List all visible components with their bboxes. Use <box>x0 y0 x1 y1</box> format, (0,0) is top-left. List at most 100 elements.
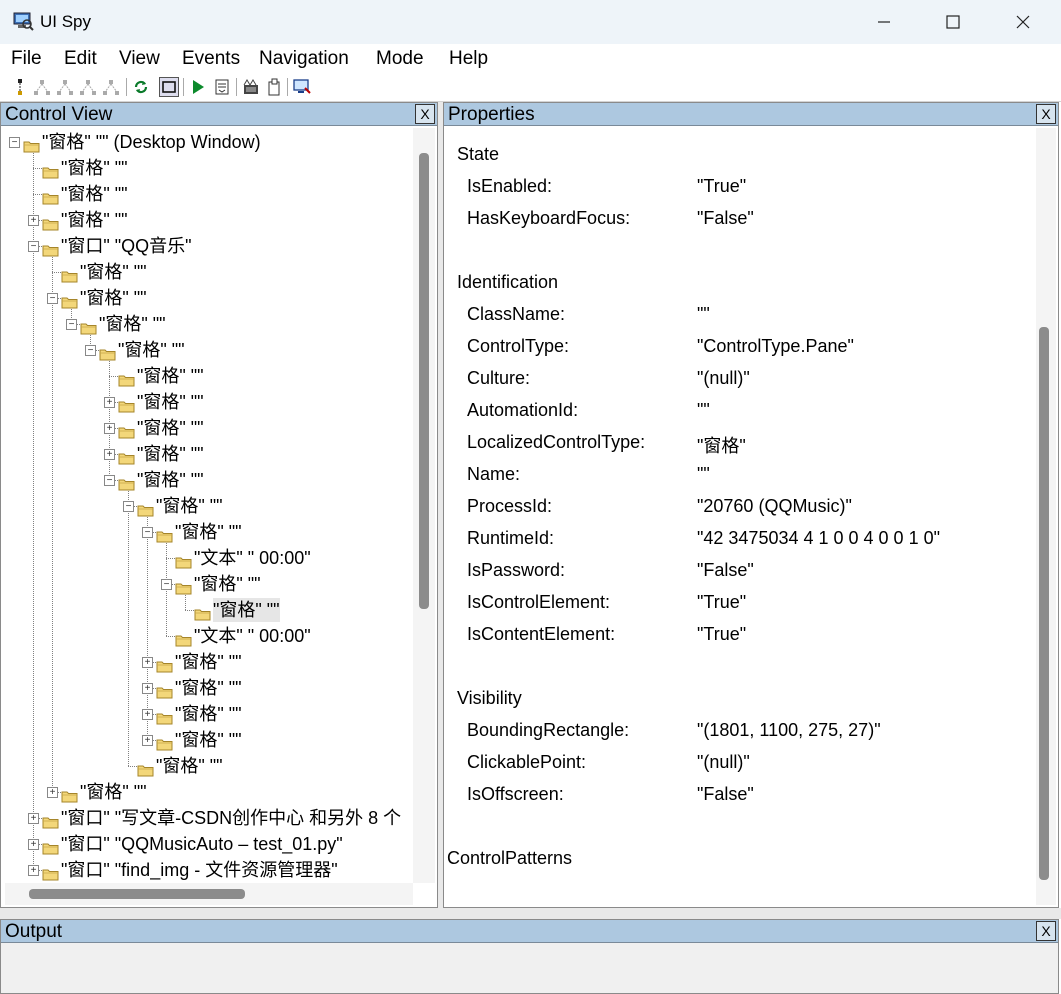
select-next-button[interactable] <box>78 77 98 97</box>
expand-icon[interactable]: + <box>142 709 153 720</box>
select-first-child-button[interactable] <box>32 77 52 97</box>
tree-node[interactable]: "窗格" "" <box>5 364 411 388</box>
property-row[interactable]: LocalizedControlType: "窗格" <box>467 432 1027 456</box>
record-button[interactable] <box>241 77 261 97</box>
tree-node[interactable]: "窗格" "" <box>5 156 411 180</box>
play-button[interactable] <box>188 77 208 97</box>
menu-file[interactable]: File <box>11 48 42 70</box>
menu-help[interactable]: Help <box>449 48 488 70</box>
collapse-icon[interactable]: − <box>104 475 115 486</box>
properties-vertical-scrollbar[interactable] <box>1036 128 1056 905</box>
tree-horizontal-scroll-thumb[interactable] <box>29 889 245 899</box>
tree-node[interactable]: "窗格" "" <box>5 182 411 206</box>
step-button[interactable] <box>212 77 232 97</box>
tree-horizontal-scrollbar[interactable] <box>5 883 413 905</box>
tree-node[interactable]: + "窗格" "" <box>5 780 411 804</box>
control-view-close-button[interactable]: X <box>415 104 435 124</box>
menu-edit[interactable]: Edit <box>64 48 97 70</box>
property-row[interactable]: IsControlElement: "True" <box>467 592 1027 616</box>
tree-node[interactable]: + "窗格" "" <box>5 208 411 232</box>
tree-node[interactable]: − "窗格" "" <box>5 494 411 518</box>
select-parent-button[interactable] <box>10 77 30 97</box>
collapse-icon[interactable]: − <box>66 319 77 330</box>
expand-icon[interactable]: + <box>28 865 39 876</box>
expand-icon[interactable]: + <box>142 683 153 694</box>
tree-node[interactable]: − "窗口" "QQ音乐" <box>5 234 411 258</box>
highlight-rectangle-button[interactable] <box>159 77 179 97</box>
tree-node[interactable]: + "窗口" "find_img - 文件资源管理器" <box>5 858 411 882</box>
property-row[interactable]: ClassName: "" <box>467 304 1027 328</box>
collapse-icon[interactable]: − <box>85 345 96 356</box>
menu-events[interactable]: Events <box>182 48 240 70</box>
expand-icon[interactable]: + <box>47 787 58 798</box>
tree-node[interactable]: "窗格" "" <box>5 260 411 284</box>
collapse-icon[interactable]: − <box>47 293 58 304</box>
tree-node[interactable]: "文本" " 00:00" <box>5 546 411 570</box>
horizontal-splitter[interactable] <box>0 908 1061 919</box>
menu-mode[interactable]: Mode <box>376 48 424 70</box>
expand-icon[interactable]: + <box>142 735 153 746</box>
tree-node[interactable]: − "窗格" "" (Desktop Window) <box>5 130 411 154</box>
tree-node[interactable]: − "窗格" "" <box>5 468 411 492</box>
collapse-icon[interactable]: − <box>142 527 153 538</box>
tree-node[interactable]: − "窗格" "" <box>5 572 411 596</box>
expand-icon[interactable]: + <box>142 657 153 668</box>
property-row[interactable]: ControlType: "ControlType.Pane" <box>467 336 1027 360</box>
expand-icon[interactable]: + <box>104 449 115 460</box>
maximize-button[interactable] <box>918 0 988 44</box>
tree-node[interactable]: − "窗格" "" <box>5 286 411 310</box>
tree-node[interactable]: + "窗口" "QQMusicAuto – test_01.py" <box>5 832 411 856</box>
tree-node[interactable]: − "窗格" "" <box>5 520 411 544</box>
property-row[interactable]: AutomationId: "" <box>467 400 1027 424</box>
tree-node[interactable]: + "窗格" "" <box>5 442 411 466</box>
tree-node[interactable]: − "窗格" "" <box>5 338 411 362</box>
property-row[interactable]: RuntimeId: "42 3475034 4 1 0 0 4 0 0 1 0" <box>467 528 1027 552</box>
property-row[interactable]: IsEnabled: "True" <box>467 176 1027 200</box>
property-row[interactable]: BoundingRectangle: "(1801, 1100, 275, 27)… <box>467 720 1027 744</box>
expand-icon[interactable]: + <box>104 397 115 408</box>
property-row[interactable]: IsPassword: "False" <box>467 560 1027 584</box>
tree-node[interactable]: + "窗格" "" <box>5 702 411 726</box>
collapse-icon[interactable]: − <box>123 501 134 512</box>
select-last-child-button[interactable] <box>101 77 121 97</box>
expand-icon[interactable]: + <box>28 813 39 824</box>
tree-node[interactable]: "文本" " 00:00" <box>5 624 411 648</box>
property-row[interactable]: ClickablePoint: "(null)" <box>467 752 1027 776</box>
properties-vertical-scroll-thumb[interactable] <box>1039 327 1049 880</box>
expand-icon[interactable]: + <box>28 215 39 226</box>
collapse-icon[interactable]: − <box>161 579 172 590</box>
minimize-button[interactable] <box>849 0 919 44</box>
tree-node[interactable]: − "窗格" "" <box>5 312 411 336</box>
tree-node[interactable]: + "窗格" "" <box>5 676 411 700</box>
close-window-button[interactable] <box>988 0 1058 44</box>
collapse-icon[interactable]: − <box>9 137 20 148</box>
screenshot-button[interactable] <box>292 77 312 97</box>
expand-icon[interactable]: + <box>28 839 39 850</box>
tree-node[interactable]: + "窗格" "" <box>5 416 411 440</box>
tree-node[interactable]: + "窗格" "" <box>5 390 411 414</box>
control-tree[interactable]: − "窗格" "" (Desktop Window) "窗格" "" "窗格" "" +… <box>5 128 411 883</box>
tree-node-label: "窗格" "" <box>137 418 204 438</box>
expand-icon[interactable]: + <box>104 423 115 434</box>
property-row[interactable]: HasKeyboardFocus: "False" <box>467 208 1027 232</box>
output-close-button[interactable]: X <box>1036 921 1056 941</box>
property-row[interactable]: Name: "" <box>467 464 1027 488</box>
property-row[interactable]: Culture: "(null)" <box>467 368 1027 392</box>
refresh-button[interactable] <box>131 77 151 97</box>
menu-navigation[interactable]: Navigation <box>259 48 349 70</box>
tree-node[interactable]: "窗格" "" <box>5 598 411 622</box>
tree-node[interactable]: "窗格" "" <box>5 754 411 778</box>
property-row[interactable]: IsOffscreen: "False" <box>467 784 1027 808</box>
clipboard-button[interactable] <box>264 77 284 97</box>
tree-vertical-scroll-thumb[interactable] <box>419 153 429 609</box>
tree-node[interactable]: + "窗格" "" <box>5 650 411 674</box>
property-row[interactable]: IsContentElement: "True" <box>467 624 1027 648</box>
property-row[interactable]: ProcessId: "20760 (QQMusic)" <box>467 496 1027 520</box>
tree-vertical-scrollbar[interactable] <box>413 128 435 883</box>
collapse-icon[interactable]: − <box>28 241 39 252</box>
properties-close-button[interactable]: X <box>1036 104 1056 124</box>
tree-node[interactable]: + "窗格" "" <box>5 728 411 752</box>
tree-node[interactable]: + "窗口" "写文章-CSDN创作中心 和另外 8 个 <box>5 806 411 830</box>
select-previous-button[interactable] <box>55 77 75 97</box>
menu-view[interactable]: View <box>119 48 160 70</box>
